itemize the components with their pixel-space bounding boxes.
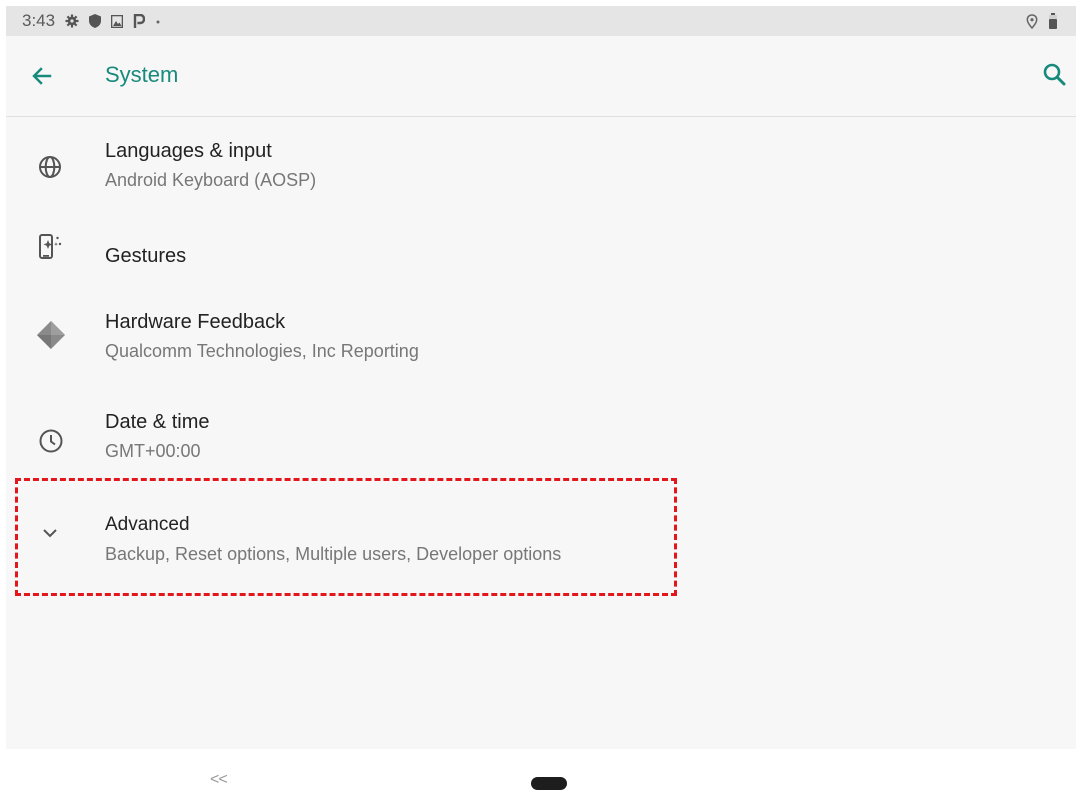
- item-title: Advanced: [105, 514, 190, 535]
- parking-icon: [133, 14, 146, 28]
- chip-icon: [36, 320, 66, 350]
- settings-icon: [65, 14, 79, 28]
- search-button[interactable]: [1040, 60, 1070, 90]
- item-title: Hardware Feedback: [105, 311, 286, 333]
- list-item-date-time[interactable]: Date & time GMT+00:00: [6, 387, 1076, 477]
- list-item-hardware-feedback[interactable]: Hardware Feedback Qualcomm Technologies,…: [6, 287, 1076, 387]
- list-item-gestures[interactable]: Gestures: [6, 227, 1076, 287]
- globe-icon: [38, 155, 62, 179]
- gestures-icon: [38, 233, 64, 263]
- page-title: System: [105, 62, 179, 87]
- nav-back-button[interactable]: <<: [210, 771, 228, 789]
- clock-icon: [38, 428, 64, 454]
- status-bar: 3:43: [6, 6, 1076, 36]
- item-subtitle: Backup, Reset options, Multiple users, D…: [105, 544, 562, 564]
- status-time: 3:43: [22, 11, 56, 30]
- item-subtitle: GMT+00:00: [105, 441, 201, 461]
- item-title: Gestures: [105, 245, 187, 267]
- dot-icon: [155, 14, 161, 28]
- location-icon: [1026, 13, 1038, 29]
- battery-icon: [1048, 13, 1058, 29]
- chevron-down-icon: [40, 527, 60, 539]
- settings-screen: 3:43 System Languages & input Android Ke…: [6, 6, 1076, 749]
- shield-icon: [89, 14, 102, 28]
- arrow-back-icon: [32, 67, 52, 85]
- item-subtitle: Android Keyboard (AOSP): [105, 170, 317, 190]
- image-icon: [111, 14, 124, 28]
- item-title: Languages & input: [105, 140, 272, 162]
- nav-home-button[interactable]: [531, 777, 567, 790]
- list-item-languages[interactable]: Languages & input Android Keyboard (AOSP…: [6, 117, 1076, 227]
- search-icon: [1043, 63, 1066, 86]
- app-bar: System: [6, 36, 1076, 117]
- item-subtitle: Qualcomm Technologies, Inc Reporting: [105, 341, 419, 361]
- navigation-bar: <<: [0, 749, 1082, 794]
- back-button[interactable]: [28, 62, 56, 90]
- item-title: Date & time: [105, 411, 210, 433]
- list-item-advanced[interactable]: Advanced Backup, Reset options, Multiple…: [6, 487, 1076, 585]
